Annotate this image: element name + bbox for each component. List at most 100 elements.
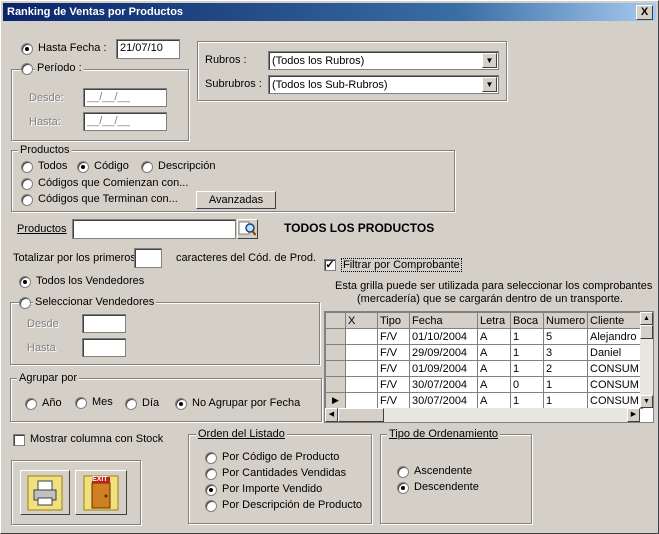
search-product-button[interactable] bbox=[237, 219, 258, 239]
cell-numero[interactable]: 1 bbox=[543, 376, 588, 393]
cell-fecha[interactable]: 30/07/2004 bbox=[409, 376, 478, 393]
hasta-date-input[interactable]: __/__/__ bbox=[83, 112, 167, 131]
todos-radio[interactable] bbox=[21, 161, 33, 173]
cell-tipo[interactable]: F/V bbox=[377, 376, 410, 393]
cell-x[interactable] bbox=[345, 360, 378, 377]
cell-cliente[interactable]: CONSUM bbox=[587, 392, 643, 409]
orden-descripcion-radio[interactable] bbox=[205, 500, 217, 512]
grid-header-cliente[interactable]: Cliente bbox=[587, 312, 643, 329]
chevron-down-icon[interactable]: ▼ bbox=[482, 77, 497, 92]
orden-codigo-radio[interactable] bbox=[205, 452, 217, 464]
vendedor-desde-input[interactable] bbox=[82, 314, 126, 333]
cell-x[interactable] bbox=[345, 328, 378, 345]
cell-numero[interactable]: 2 bbox=[543, 360, 588, 377]
terminan-radio[interactable] bbox=[21, 194, 33, 206]
ascendente-radio[interactable] bbox=[397, 466, 409, 478]
cell-x[interactable] bbox=[345, 344, 378, 361]
scroll-left-icon[interactable]: ◀ bbox=[325, 408, 338, 422]
cell-cliente[interactable]: Alejandro bbox=[587, 328, 643, 345]
mes-radio[interactable] bbox=[75, 397, 87, 409]
row-indicator[interactable] bbox=[325, 328, 346, 345]
cell-cliente[interactable]: CONSUM bbox=[587, 360, 643, 377]
desde-date-input[interactable]: __/__/__ bbox=[83, 88, 167, 107]
grid-header-x[interactable]: X bbox=[345, 312, 378, 329]
grid-header-tipo[interactable]: Tipo bbox=[377, 312, 410, 329]
cell-fecha[interactable]: 01/09/2004 bbox=[409, 360, 478, 377]
descripcion-radio[interactable] bbox=[141, 161, 153, 173]
table-row[interactable]: ▶ F/V 30/07/2004 A 1 1 CONSUM bbox=[325, 392, 643, 409]
cell-letra[interactable]: A bbox=[477, 376, 511, 393]
orden-importe-radio[interactable] bbox=[205, 484, 217, 496]
seleccionar-vendedores-radio[interactable] bbox=[19, 297, 31, 309]
hasta-fecha-radio[interactable] bbox=[21, 43, 33, 55]
cell-x[interactable] bbox=[345, 376, 378, 393]
cell-letra[interactable]: A bbox=[477, 344, 511, 361]
row-indicator[interactable] bbox=[325, 376, 346, 393]
vendedor-hasta-input[interactable] bbox=[82, 338, 126, 357]
no-agrupar-radio[interactable] bbox=[175, 398, 187, 410]
mostrar-stock-checkbox[interactable] bbox=[13, 434, 25, 446]
cell-tipo[interactable]: F/V bbox=[377, 344, 410, 361]
table-row[interactable]: F/V 30/07/2004 A 0 1 CONSUM bbox=[325, 376, 643, 393]
cell-cliente[interactable]: CONSUM bbox=[587, 376, 643, 393]
print-button[interactable] bbox=[20, 470, 70, 515]
cell-x[interactable] bbox=[345, 392, 378, 409]
periodo-radio[interactable] bbox=[21, 63, 33, 75]
grid-vertical-scrollbar[interactable]: ▲ ▼ bbox=[640, 312, 653, 408]
title-bar[interactable]: Ranking de Ventas por Productos X bbox=[3, 3, 656, 21]
table-row[interactable]: F/V 01/10/2004 A 1 5 Alejandro bbox=[325, 328, 643, 345]
cell-boca[interactable]: 0 bbox=[510, 376, 544, 393]
grid-vscroll-thumb[interactable] bbox=[640, 325, 653, 339]
rubros-select[interactable]: (Todos los Rubros) ▼ bbox=[268, 51, 499, 70]
cell-tipo[interactable]: F/V bbox=[377, 392, 410, 409]
row-indicator[interactable] bbox=[325, 344, 346, 361]
chevron-down-icon[interactable]: ▼ bbox=[482, 53, 497, 68]
grid-header-fecha[interactable]: Fecha bbox=[409, 312, 478, 329]
anio-radio[interactable] bbox=[25, 398, 37, 410]
cell-letra[interactable]: A bbox=[477, 328, 511, 345]
cell-fecha[interactable]: 01/10/2004 bbox=[409, 328, 478, 345]
comienzan-radio[interactable] bbox=[21, 178, 33, 190]
grid-horizontal-scrollbar[interactable]: ◀ ▶ bbox=[325, 408, 640, 422]
table-row[interactable]: F/V 01/09/2004 A 1 2 CONSUM bbox=[325, 360, 643, 377]
descendente-label: Descendente bbox=[414, 481, 479, 493]
cell-cliente[interactable]: Daniel bbox=[587, 344, 643, 361]
hasta-fecha-input[interactable]: 21/07/10 bbox=[116, 39, 180, 59]
comprobantes-grid[interactable]: X Tipo Fecha Letra Boca Numero Cliente F… bbox=[324, 311, 654, 423]
cell-letra[interactable]: A bbox=[477, 360, 511, 377]
exit-button[interactable]: EXIT bbox=[75, 470, 127, 515]
grid-header-numero[interactable]: Numero bbox=[543, 312, 588, 329]
cell-fecha[interactable]: 29/09/2004 bbox=[409, 344, 478, 361]
descendente-radio[interactable] bbox=[397, 482, 409, 494]
cell-tipo[interactable]: F/V bbox=[377, 360, 410, 377]
cell-letra[interactable]: A bbox=[477, 392, 511, 409]
scroll-down-icon[interactable]: ▼ bbox=[640, 395, 653, 408]
current-row-arrow-icon[interactable]: ▶ bbox=[325, 392, 346, 409]
cell-boca[interactable]: 1 bbox=[510, 328, 544, 345]
scroll-up-icon[interactable]: ▲ bbox=[640, 312, 653, 325]
cell-boca[interactable]: 1 bbox=[510, 360, 544, 377]
cell-boca[interactable]: 1 bbox=[510, 344, 544, 361]
row-indicator[interactable] bbox=[325, 360, 346, 377]
filtrar-checkbox[interactable]: ✓ bbox=[324, 259, 336, 271]
close-button[interactable]: X bbox=[636, 5, 653, 20]
dia-radio[interactable] bbox=[125, 398, 137, 410]
cell-numero[interactable]: 1 bbox=[543, 392, 588, 409]
codigo-radio[interactable] bbox=[77, 161, 89, 173]
todos-vendedores-radio[interactable] bbox=[19, 276, 31, 288]
cell-fecha[interactable]: 30/07/2004 bbox=[409, 392, 478, 409]
grid-header-boca[interactable]: Boca bbox=[510, 312, 544, 329]
grid-hscroll-thumb[interactable] bbox=[338, 408, 384, 422]
scroll-right-icon[interactable]: ▶ bbox=[627, 408, 640, 422]
totalizar-input[interactable] bbox=[134, 248, 162, 268]
subrubros-select[interactable]: (Todos los Sub-Rubros) ▼ bbox=[268, 75, 499, 94]
productos-input[interactable] bbox=[72, 219, 236, 239]
orden-cantidades-radio[interactable] bbox=[205, 468, 217, 480]
table-row[interactable]: F/V 29/09/2004 A 1 3 Daniel bbox=[325, 344, 643, 361]
cell-boca[interactable]: 1 bbox=[510, 392, 544, 409]
cell-numero[interactable]: 5 bbox=[543, 328, 588, 345]
grid-header-letra[interactable]: Letra bbox=[477, 312, 511, 329]
avanzadas-button[interactable]: Avanzadas bbox=[196, 191, 276, 209]
cell-numero[interactable]: 3 bbox=[543, 344, 588, 361]
cell-tipo[interactable]: F/V bbox=[377, 328, 410, 345]
